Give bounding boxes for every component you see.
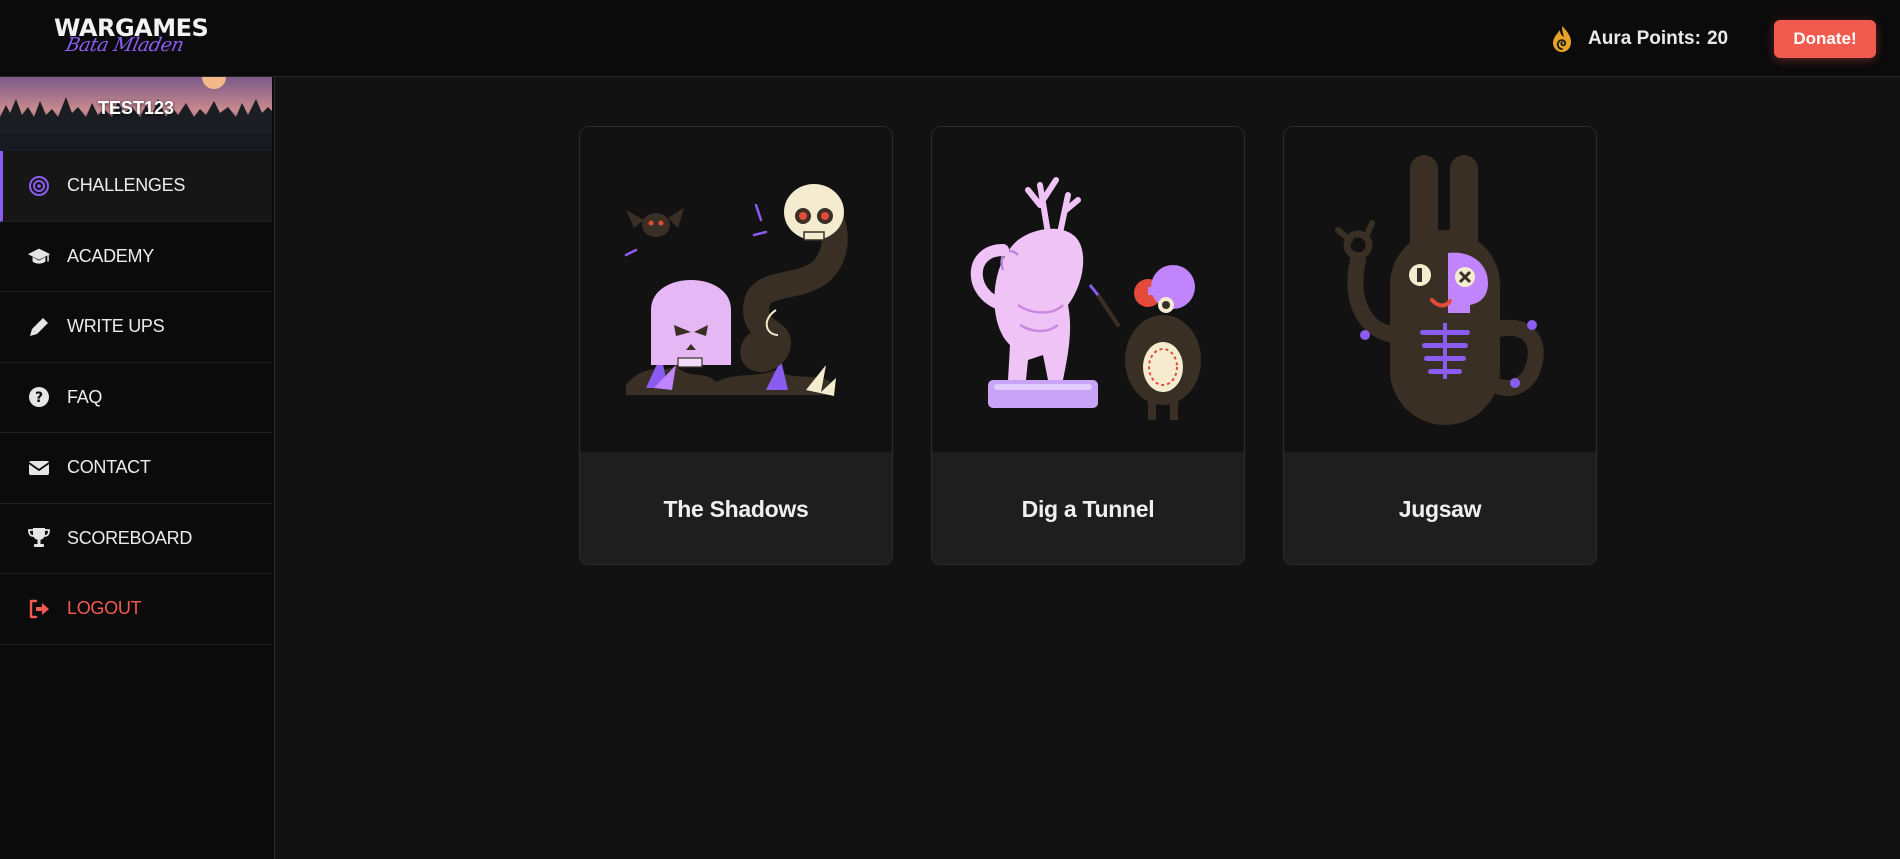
sidebar-item-label: SCOREBOARD: [67, 527, 193, 548]
sidebar-item-contact[interactable]: CONTACT: [0, 433, 272, 504]
envelope-icon: [27, 456, 51, 480]
username: TEST123: [97, 98, 175, 118]
aura-label: Aura Points:: [1588, 28, 1701, 49]
sidebar-item-label: CONTACT: [67, 457, 151, 478]
pen-icon: [27, 315, 51, 339]
svg-text:?: ?: [35, 390, 43, 406]
challenge-grid: The Shadows Dig a Tunnel Jugsaw: [579, 126, 1597, 565]
profile-banner[interactable]: TEST123: [0, 77, 272, 151]
sidebar-item-challenges[interactable]: CHALLENGES: [0, 151, 272, 222]
challenge-title: The Shadows: [580, 452, 892, 564]
sidebar-item-label: LOGOUT: [67, 598, 142, 619]
bunny-skeleton-illustration: [1284, 127, 1596, 452]
top-bar: WARGAMES Bata Mladen Aura Points: 20 Dona…: [0, 0, 1900, 77]
sidebar-item-scoreboard[interactable]: SCOREBOARD: [0, 504, 272, 574]
logo-signature: Bata Mladen: [63, 34, 186, 56]
flame-spiral-icon: [1553, 26, 1571, 52]
statue-and-creature-illustration: [932, 127, 1244, 452]
target-icon: [27, 174, 51, 198]
challenge-title: Jugsaw: [1284, 452, 1596, 564]
sidebar-item-label: FAQ: [67, 386, 103, 407]
sidebar-item-label: CHALLENGES: [67, 175, 186, 196]
donate-button[interactable]: Donate!: [1774, 20, 1876, 58]
graduation-cap-icon: [27, 244, 51, 268]
aura-value: 20: [1706, 28, 1729, 49]
challenge-card-dig-a-tunnel[interactable]: Dig a Tunnel: [931, 126, 1245, 565]
ghost-skull-tombstone-illustration: [580, 127, 892, 452]
sidebar: TEST123 CHALLENGES ACADEMY WRITE UPS ? F…: [0, 77, 275, 859]
site-logo[interactable]: WARGAMES Bata Mladen: [54, 14, 209, 58]
sidebar-item-academy[interactable]: ACADEMY: [0, 222, 272, 292]
aura-points: Aura Points: 20: [1550, 24, 1728, 54]
sidebar-item-logout[interactable]: LOGOUT: [0, 574, 272, 645]
challenge-card-jugsaw[interactable]: Jugsaw: [1283, 126, 1597, 565]
challenge-card-the-shadows[interactable]: The Shadows: [579, 126, 893, 565]
sign-out-icon: [27, 597, 51, 621]
challenge-title: Dig a Tunnel: [932, 452, 1244, 564]
question-circle-icon: ?: [27, 385, 51, 409]
sidebar-item-label: WRITE UPS: [67, 316, 165, 337]
sidebar-item-faq[interactable]: ? FAQ: [0, 363, 272, 433]
sidebar-item-label: ACADEMY: [67, 245, 154, 266]
trophy-icon: [27, 526, 51, 550]
sidebar-item-write-ups[interactable]: WRITE UPS: [0, 292, 272, 363]
